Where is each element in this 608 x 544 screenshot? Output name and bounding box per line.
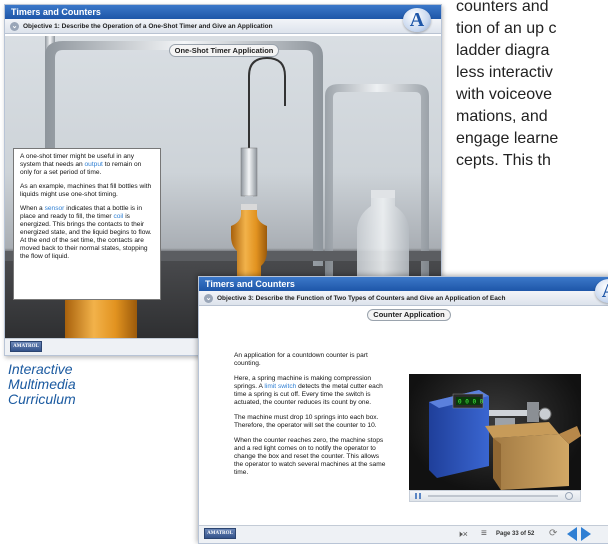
objective-text: Objective 3: Describe the Function of Tw… [217, 295, 506, 302]
brochure-body-text: counters and tion of an up c ladder diag… [456, 0, 559, 169]
lesson-paragraph-2: As an example, machines that fill bottle… [20, 183, 152, 198]
lesson-window-counter: Timers and Counters ⌄ Objective 3: Descr… [198, 276, 608, 544]
section-title-pill: One-Shot Timer Application [169, 44, 279, 57]
amatrol-brand-badge: AMATROL [10, 341, 42, 352]
spring-machine-video[interactable]: 0 0 0 0 [409, 374, 581, 490]
spring-machine-scene: 0 0 0 0 [429, 390, 581, 490]
video-controls [409, 490, 581, 502]
objective-bar[interactable]: ⌄ Objective 1: Describe the Operation of… [5, 19, 441, 34]
lesson-paragraph-3: When a sensor indicates that a bottle is… [20, 205, 152, 260]
section-title-pill: Counter Application [367, 309, 451, 321]
glossary-link-limit-switch[interactable]: limit switch [264, 383, 296, 390]
pause-icon[interactable] [415, 493, 417, 499]
lesson-paragraph-4: When the counter reaches zero, the machi… [234, 437, 386, 476]
feature-caption: Interactive Multimedia Curriculum [8, 361, 76, 407]
chevron-down-icon[interactable]: ⌄ [204, 294, 213, 303]
lesson-paragraph-3: The machine must drop 10 springs into ea… [234, 414, 379, 429]
mute-icon[interactable]: 🕨× [457, 529, 468, 540]
next-icon[interactable] [581, 527, 591, 541]
previous-icon[interactable] [567, 527, 577, 541]
chevron-down-icon[interactable]: ⌄ [10, 22, 19, 31]
lesson-paragraph-1: A one-shot timer might be useful in any … [20, 153, 142, 176]
replay-icon[interactable] [565, 492, 573, 500]
video-progress-track[interactable] [428, 495, 558, 497]
objective-bar[interactable]: ⌄ Objective 3: Describe the Function of … [199, 291, 608, 306]
counter-readout: 0 0 0 0 [458, 399, 484, 406]
objective-text: Objective 1: Describe the Operation of a… [23, 23, 273, 30]
lesson-paragraph-2: Here, a spring machine is making compres… [234, 375, 383, 406]
window-title: Timers and Counters [199, 277, 608, 291]
lesson-text-panel: A one-shot timer might be useful in any … [13, 148, 161, 300]
lesson-footer: AMATROL 🕨× ≡ Page 33 of 52 ⟳ [199, 525, 608, 543]
menu-icon[interactable]: ≡ [481, 528, 487, 539]
glossary-link-coil[interactable]: coil [113, 213, 123, 220]
lesson-text: An application for a countdown counter i… [234, 352, 386, 484]
lesson-content: Counter Application An application for a… [199, 306, 608, 526]
amatrol-brand-badge: AMATROL [204, 528, 236, 539]
page-indicator: Page 33 of 52 [496, 531, 535, 537]
window-title: Timers and Counters [5, 5, 441, 19]
lesson-paragraph-1: An application for a countdown counter i… [234, 352, 368, 367]
glossary-link-output[interactable]: output [85, 161, 103, 168]
replay-icon[interactable]: ⟳ [549, 528, 557, 539]
glossary-link-sensor[interactable]: sensor [45, 205, 65, 212]
amatrol-logo: A [403, 8, 431, 32]
